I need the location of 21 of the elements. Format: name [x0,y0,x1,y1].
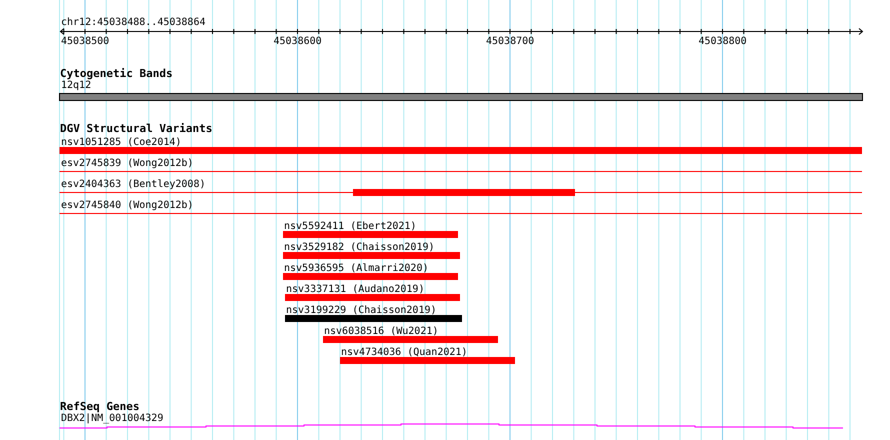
feature-label: esv2404363 (Bentley2008) [61,179,206,190]
tick-label: 45038800 [698,36,747,47]
feature-label: nsv4734036 (Quan2021) [341,347,468,358]
feature-label: nsv3199229 (Chaisson2019) [286,305,437,316]
feature-label: nsv6038516 (Wu2021) [324,326,438,337]
feature-label: nsv3529182 (Chaisson2019) [284,242,435,253]
feature-label: nsv1051285 (Coe2014) [61,137,182,148]
location-label: chr12:45038488..45038864 [61,17,206,28]
gene-label: DBX2|NM_001004329 [61,413,164,424]
band-label: 12q12 [61,80,92,91]
tick-label: 45038500 [61,36,110,47]
feature-label: esv2745840 (Wong2012b) [61,200,194,211]
feature-label: nsv5936595 (Almarri2020) [284,263,428,274]
feature-label: nsv5592411 (Ebert2021) [284,221,416,232]
track-title: DGV Structural Variants [60,122,212,135]
tick-label: 45038600 [274,36,322,47]
track-title: Cytogenetic Bands [60,67,173,80]
feature-label: nsv3337131 (Audano2019) [286,284,424,295]
tick-label: 45038700 [486,36,534,47]
track-title: RefSeq Genes [60,400,140,413]
feature-label: esv2745839 (Wong2012b) [61,158,194,169]
